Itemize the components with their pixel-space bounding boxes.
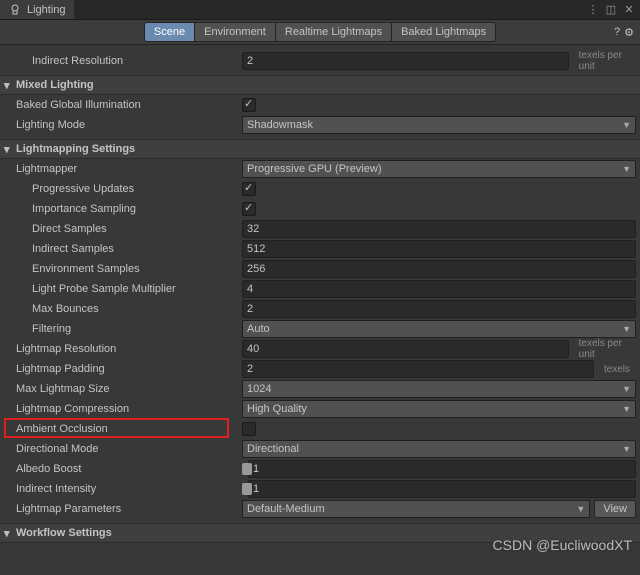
probe-mult-input[interactable] [242,280,636,298]
window-controls: ⋮ ◫ ✕ [586,3,640,16]
indirect-intensity-label: Indirect Intensity [0,483,242,495]
albedo-boost-label: Albedo Boost [0,463,242,475]
chevron-down-icon: ▼ [576,504,585,514]
lightmap-params-dropdown[interactable]: Default-Medium▼ [242,500,590,518]
importance-sampling-label: Importance Sampling [0,203,242,215]
baked-gi-checkbox[interactable] [242,98,256,112]
importance-sampling-checkbox[interactable] [242,202,256,216]
filtering-label: Filtering [0,323,242,335]
menu-icon[interactable]: ⋮ [586,3,600,16]
lighting-mode-label: Lighting Mode [0,119,242,131]
chevron-down-icon: ▼ [622,120,631,130]
albedo-boost-value[interactable] [248,460,636,478]
help-icon[interactable]: ? [614,26,620,39]
tab-realtime-lightmaps[interactable]: Realtime Lightmaps [275,22,392,42]
section-mixed-lighting[interactable]: ▾ Mixed Lighting [0,75,640,95]
max-lightmap-size-label: Max Lightmap Size [0,383,242,395]
indirect-intensity-value[interactable] [248,480,636,498]
panel-title: Lighting [27,4,66,16]
indirect-samples-label: Indirect Samples [0,243,242,255]
popout-icon[interactable]: ◫ [604,3,618,16]
ambient-occlusion-checkbox[interactable] [242,422,256,436]
compression-dropdown[interactable]: High Quality▼ [242,400,636,418]
close-icon[interactable]: ✕ [622,3,636,16]
indirect-resolution-label: Indirect Resolution [0,55,242,67]
chevron-down-icon: ▾ [4,79,16,92]
lightmap-padding-input[interactable] [242,360,594,378]
view-button[interactable]: View [594,500,636,518]
compression-label: Lightmap Compression [0,403,242,415]
panel-tab[interactable]: Lighting [0,0,74,19]
chevron-down-icon: ▼ [622,384,631,394]
chevron-down-icon: ▼ [622,444,631,454]
max-bounces-label: Max Bounces [0,303,242,315]
baked-gi-label: Baked Global Illumination [0,99,242,111]
lightmap-padding-label: Lightmap Padding [0,363,242,375]
env-samples-label: Environment Samples [0,263,242,275]
lightmap-resolution-label: Lightmap Resolution [0,343,242,355]
directional-mode-dropdown[interactable]: Directional▼ [242,440,636,458]
progressive-updates-label: Progressive Updates [0,183,242,195]
tab-scene[interactable]: Scene [144,22,195,42]
filtering-dropdown[interactable]: Auto▼ [242,320,636,338]
ambient-occlusion-label: Ambient Occlusion [0,423,242,435]
lighting-mode-dropdown[interactable]: Shadowmask▼ [242,116,636,134]
direct-samples-input[interactable] [242,220,636,238]
env-samples-input[interactable] [242,260,636,278]
toolbar: Scene Environment Realtime Lightmaps Bak… [0,20,640,45]
tab-group: Scene Environment Realtime Lightmaps Bak… [144,22,496,42]
chevron-down-icon: ▼ [622,164,631,174]
titlebar: Lighting ⋮ ◫ ✕ [0,0,640,20]
indirect-samples-input[interactable] [242,240,636,258]
max-bounces-input[interactable] [242,300,636,318]
chevron-down-icon: ▼ [622,324,631,334]
progressive-updates-checkbox[interactable] [242,182,256,196]
lightmap-resolution-input[interactable] [242,340,569,358]
direct-samples-label: Direct Samples [0,223,242,235]
directional-mode-label: Directional Mode [0,443,242,455]
light-icon [8,3,22,17]
max-lightmap-size-dropdown[interactable]: 1024▼ [242,380,636,398]
chevron-down-icon: ▼ [622,404,631,414]
section-lightmapping[interactable]: ▾ Lightmapping Settings [0,139,640,159]
tab-baked-lightmaps[interactable]: Baked Lightmaps [391,22,496,42]
chevron-down-icon: ▾ [4,143,16,156]
probe-mult-label: Light Probe Sample Multiplier [0,283,242,295]
lightmap-params-label: Lightmap Parameters [0,503,242,515]
section-workflow[interactable]: ▾ Workflow Settings [0,523,640,543]
unit-label: texels per unit [573,50,636,72]
chevron-down-icon: ▾ [4,527,16,540]
settings-icon[interactable]: ⚙ [624,26,634,39]
tab-environment[interactable]: Environment [194,22,276,42]
lightmapper-dropdown[interactable]: Progressive GPU (Preview)▼ [242,160,636,178]
lightmapper-label: Lightmapper [0,163,242,175]
indirect-resolution-input[interactable] [242,52,569,70]
content-area: Indirect Resolution texels per unit ▾ Mi… [0,45,640,575]
